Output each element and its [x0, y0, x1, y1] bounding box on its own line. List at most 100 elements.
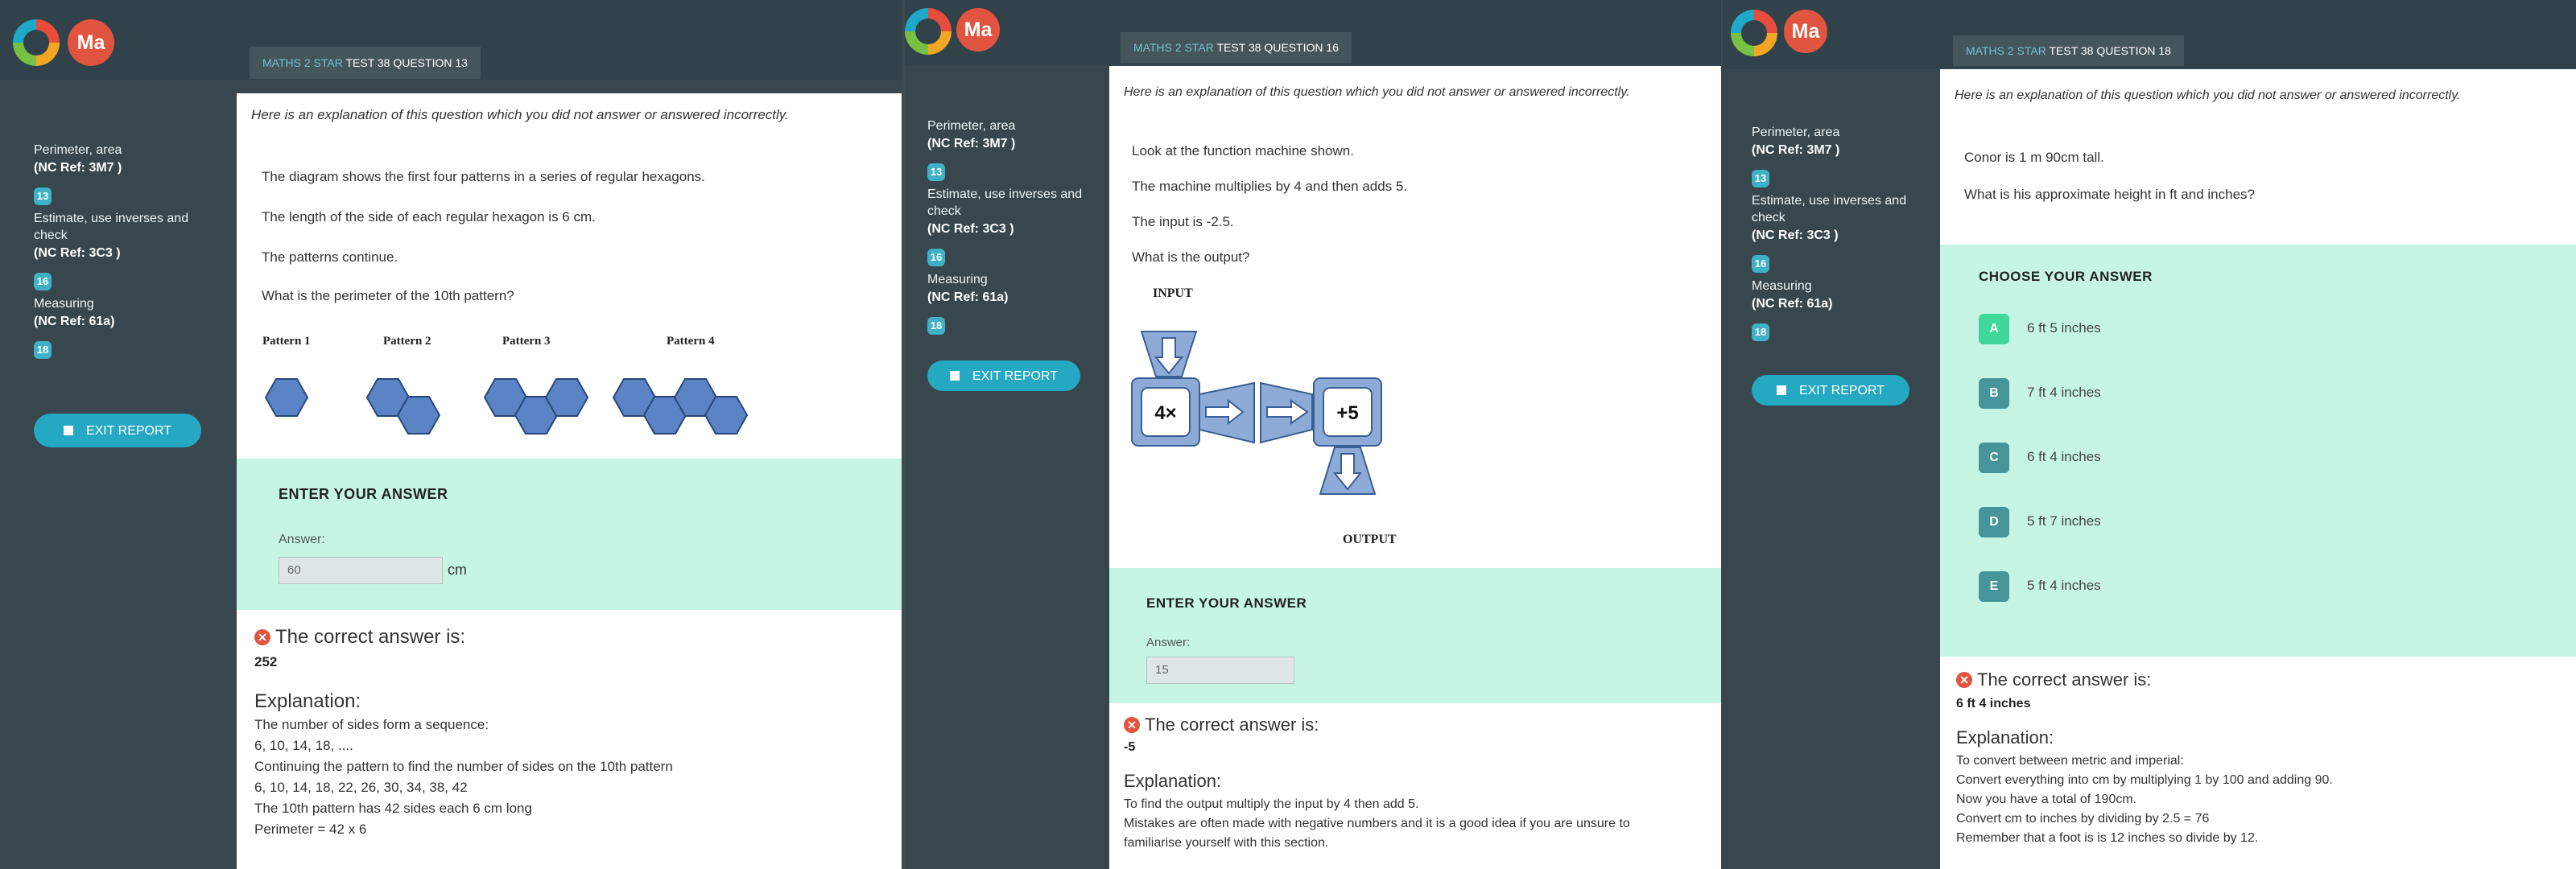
choice-text: 5 ft 4 inches: [2027, 578, 2101, 593]
question-content: Here is an explanation of this question …: [1109, 66, 1721, 869]
enter-answer-title: ENTER YOUR ANSWER: [279, 486, 448, 502]
report-panel-q18: Ma Perimeter, area (NC Ref: 3M7 ) 13 Est…: [1723, 0, 2576, 869]
topic-ref: (NC Ref: 3M7 ): [1752, 143, 1840, 157]
explanation-line: The 10th pattern has 42 sides each 6 cm …: [254, 801, 532, 816]
explanation-line: To convert between metric and imperial:: [1956, 754, 2184, 768]
question-badge[interactable]: 18: [927, 317, 945, 335]
stop-icon: [63, 426, 73, 435]
question-badge[interactable]: 16: [34, 273, 52, 290]
question-line: What is his approximate height in ft and…: [1964, 187, 2255, 202]
topic-label: Measuring: [1752, 279, 1812, 293]
operation-label: 4×: [1154, 402, 1176, 424]
correct-answer-heading: ✕ The correct answer is:: [1956, 669, 2151, 690]
explanation-line: Mistakes are often made with negative nu…: [1124, 817, 1630, 830]
pattern-label: Pattern 1: [262, 335, 311, 348]
answer-label: Answer:: [1146, 636, 1191, 649]
logo-icon[interactable]: [1731, 10, 1777, 56]
correct-heading-text: The correct answer is:: [1977, 669, 2152, 690]
topic-label: Estimate, use inverses and check: [1752, 194, 1907, 224]
question-line: The machine multiplies by 4 and then add…: [1132, 179, 1408, 194]
topic-label: Estimate, use inverses and check: [927, 187, 1083, 218]
topic-label: Perimeter, area: [1752, 126, 1840, 139]
question-line: What is the output?: [1132, 249, 1250, 265]
choice-letter: D: [1979, 507, 2009, 537]
topic-label: Perimeter, area: [927, 119, 1016, 133]
explanation-line: Perimeter = 42 x 6: [254, 822, 367, 837]
avatar[interactable]: Ma: [68, 19, 114, 66]
incorrect-icon: ✕: [1956, 672, 1972, 688]
explanation-line: The number of sides form a sequence:: [254, 717, 489, 732]
logo-icon[interactable]: [905, 8, 952, 55]
exit-report-button[interactable]: EXIT REPORT: [1752, 375, 1909, 406]
question-badge[interactable]: 18: [34, 341, 52, 359]
answer-label: Answer:: [279, 533, 325, 546]
exit-report-button[interactable]: EXIT REPORT: [34, 414, 201, 447]
topic-label: Perimeter, area: [34, 143, 122, 157]
explanation-intro: Here is an explanation of this question …: [251, 107, 789, 122]
choice-letter: A: [1979, 314, 2009, 344]
stop-icon: [1776, 385, 1786, 395]
topic-ref: (NC Ref: 3M7 ): [34, 161, 122, 175]
explanation-heading: Explanation:: [1124, 771, 1222, 791]
pattern-label: Pattern 2: [383, 335, 431, 348]
explanation-line: 6, 10, 14, 18, ....: [254, 738, 353, 753]
explanation-line: 6, 10, 14, 18, 22, 26, 30, 34, 38, 42: [254, 780, 468, 795]
question-badge[interactable]: 13: [927, 163, 945, 181]
topic-ref: (NC Ref: 3C3 ): [34, 246, 121, 260]
question-badge[interactable]: 18: [1752, 323, 1769, 341]
exit-report-button[interactable]: EXIT REPORT: [927, 360, 1080, 391]
choice-text: 5 ft 7 inches: [2027, 513, 2101, 529]
choice-text: 6 ft 4 inches: [2027, 449, 2101, 464]
explanation-text: To find the output multiply the input by…: [1124, 795, 1630, 853]
explanation-heading: Explanation:: [1956, 727, 2054, 748]
question-line: Look at the function machine shown.: [1132, 143, 1354, 159]
choice-letter: C: [1979, 443, 2009, 473]
correct-answer-heading: ✕ The correct answer is:: [1124, 715, 1319, 735]
question-tab: MATHS 2 STAR TEST 38 QUESTION 18: [1953, 35, 2184, 66]
topic-ref: (NC Ref: 3M7 ): [927, 137, 1016, 150]
report-panel-q13: Ma Perimeter, area (NC Ref: 3M7 ) 13 Est…: [0, 0, 902, 869]
choice-text: 7 ft 4 inches: [2027, 385, 2101, 400]
answer-input[interactable]: 15: [1146, 657, 1294, 684]
tab-subject: MATHS 2 STAR: [1966, 44, 2046, 57]
question-line: Conor is 1 m 90cm tall.: [1964, 150, 2104, 165]
answer-input[interactable]: 60: [279, 557, 443, 584]
answer-section: CHOOSE YOUR ANSWER A 6 ft 5 inches B 7 f…: [1940, 245, 2576, 657]
avatar[interactable]: Ma: [1784, 10, 1827, 53]
question-badge[interactable]: 16: [927, 249, 945, 266]
explanation-line: familiarise yourself with this section.: [1124, 836, 1329, 850]
avatar[interactable]: Ma: [956, 8, 1000, 51]
explanation-line: Convert everything into cm by multiplyin…: [1956, 773, 2333, 787]
topic-sidebar: Perimeter, area (NC Ref: 3M7 ) 13 Estima…: [1752, 124, 1913, 346]
explanation-line: To find the output multiply the input by…: [1124, 797, 1419, 811]
topic-sidebar: Perimeter, area (NC Ref: 3M7 ) 13 Estima…: [927, 117, 1113, 340]
question-line: The input is -2.5.: [1132, 214, 1234, 229]
operation-label: +5: [1336, 402, 1358, 424]
topic-sidebar: Perimeter, area (NC Ref: 3M7 ) 13 Estima…: [34, 142, 219, 364]
choice-letter: B: [1979, 378, 2009, 409]
correct-answer-value: 252: [254, 654, 278, 669]
logo-icon[interactable]: [13, 19, 60, 66]
exit-report-label: EXIT REPORT: [1798, 384, 1885, 397]
question-badge[interactable]: 16: [1752, 255, 1769, 273]
function-machine-diagram: 4× +5: [1131, 331, 1382, 495]
explanation-line: Now you have a total of 190cm.: [1956, 793, 2137, 806]
answer-section: ENTER YOUR ANSWER Answer: 60 cm: [237, 459, 902, 610]
correct-heading-text: The correct answer is:: [1145, 715, 1319, 735]
question-tab: MATHS 2 STAR TEST 38 QUESTION 13: [250, 47, 481, 79]
topic-label: Measuring: [34, 297, 94, 311]
tab-question: TEST 38 QUESTION 16: [1216, 41, 1339, 54]
pattern-label: Pattern 4: [667, 335, 715, 348]
question-badge[interactable]: 13: [1752, 170, 1769, 187]
topic-ref: (NC Ref: 61a): [34, 315, 115, 328]
tab-question: TEST 38 QUESTION 18: [2049, 44, 2171, 57]
exit-report-label: EXIT REPORT: [85, 424, 172, 438]
report-panel-q16: Ma Perimeter, area (NC Ref: 3M7 ) 13 Est…: [905, 0, 1721, 869]
incorrect-icon: ✕: [254, 629, 270, 645]
stop-icon: [949, 371, 960, 381]
tab-question: TEST 38 QUESTION 13: [345, 56, 468, 69]
choice-text: 6 ft 5 inches: [2027, 320, 2101, 336]
question-badge[interactable]: 13: [34, 187, 52, 205]
explanation-line: Continuing the pattern to find the numbe…: [254, 759, 673, 774]
explanation-heading: Explanation:: [254, 690, 361, 712]
